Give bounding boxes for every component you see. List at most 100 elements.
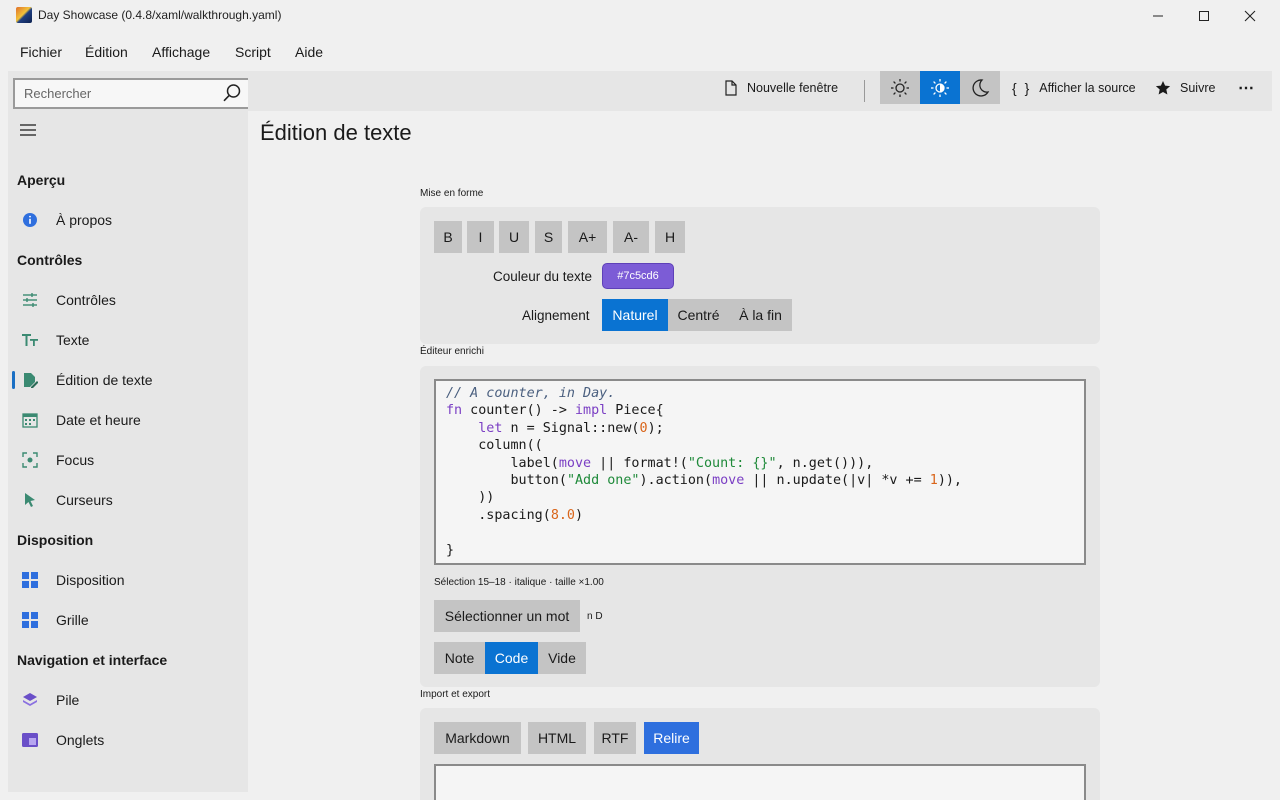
sidebar-item-disposition[interactable]: Disposition xyxy=(12,563,244,597)
import-export-card: Markdown HTML RTF Relire xyxy=(420,708,1100,800)
text-size-icon xyxy=(22,334,38,346)
strikethrough-button[interactable]: S xyxy=(535,221,562,253)
selection-status: Sélection 15–18 · italique · taille ×1.0… xyxy=(434,577,604,588)
close-button[interactable] xyxy=(1227,0,1273,32)
mode-code-button[interactable]: Code xyxy=(485,642,538,674)
grid-icon xyxy=(22,612,38,628)
menu-fichier[interactable]: Fichier xyxy=(20,44,62,60)
sidebar-item-label: Édition de texte xyxy=(56,372,153,388)
maximize-button[interactable] xyxy=(1181,0,1227,32)
formatting-card: B I U S A+ A- H Couleur du texte #7c5cd6… xyxy=(420,207,1100,344)
follow-label: Suivre xyxy=(1180,81,1216,95)
underline-button[interactable]: U xyxy=(499,221,529,253)
rich-editor-section-label: Éditeur enrichi xyxy=(420,346,484,357)
mode-note-button[interactable]: Note xyxy=(434,642,485,674)
maximize-icon xyxy=(1199,11,1209,21)
code-editor[interactable]: // A counter, in Day. fn counter() -> im… xyxy=(434,379,1086,565)
menu-script[interactable]: Script xyxy=(235,44,271,60)
sidebar-item-date-et-heure[interactable]: Date et heure xyxy=(12,403,244,437)
star-icon xyxy=(1155,81,1171,95)
auto-theme-button[interactable] xyxy=(920,71,960,104)
follow-button[interactable]: Suivre xyxy=(1155,71,1215,105)
italic-button[interactable]: I xyxy=(467,221,494,253)
sidebar-item-edition-de-texte[interactable]: Édition de texte xyxy=(12,363,244,397)
menu-aide[interactable]: Aide xyxy=(295,44,323,60)
highlight-button[interactable]: H xyxy=(655,221,685,253)
nav-section-disposition: Disposition xyxy=(17,532,94,548)
sidebar-item-onglets[interactable]: Onglets xyxy=(12,723,244,757)
menu-edition[interactable]: Édition xyxy=(85,44,128,60)
sidebar-item-label: Focus xyxy=(56,452,95,468)
braces-icon: { } xyxy=(1012,80,1032,96)
cursor-icon xyxy=(25,493,35,507)
layout-icon xyxy=(22,572,38,588)
text-color-label: Couleur du texte xyxy=(493,269,593,284)
nav-section-apercu: Aperçu xyxy=(17,172,66,188)
select-word-button[interactable]: Sélectionner un mot xyxy=(434,600,580,632)
new-window-button[interactable]: Nouvelle fenêtre xyxy=(724,71,838,105)
align-end-button[interactable]: À la fin xyxy=(729,299,792,331)
show-source-label: Afficher la source xyxy=(1039,81,1136,95)
export-html-button[interactable]: HTML xyxy=(528,722,586,754)
document-icon xyxy=(725,80,737,96)
alignment-label: Alignement xyxy=(522,308,590,323)
sidebar-item-controles[interactable]: Contrôles xyxy=(12,283,244,317)
sidebar-item-label: Onglets xyxy=(56,732,105,748)
search-icon[interactable] xyxy=(222,83,242,103)
nav-section-navigation: Navigation et interface xyxy=(17,652,168,668)
mode-empty-button[interactable]: Vide xyxy=(538,642,586,674)
sidebar-item-label: Pile xyxy=(56,692,80,708)
minimize-icon xyxy=(1153,15,1163,17)
more-options-button[interactable]: ⋯ xyxy=(1238,71,1254,105)
sidebar-item-label: Grille xyxy=(56,612,89,628)
calendar-icon xyxy=(22,413,38,428)
sidebar-item-label: Disposition xyxy=(56,572,125,588)
contrast-sun-icon xyxy=(931,78,949,97)
toolbar-divider xyxy=(864,80,865,102)
export-rtf-button[interactable]: RTF xyxy=(594,722,636,754)
sidebar-item-texte[interactable]: Texte xyxy=(12,323,244,357)
new-window-label: Nouvelle fenêtre xyxy=(747,81,839,95)
sidebar-item-a-propos[interactable]: À propos xyxy=(12,203,244,237)
sidebar-item-grille[interactable]: Grille xyxy=(12,603,244,637)
rich-editor-card: // A counter, in Day. fn counter() -> im… xyxy=(420,366,1100,687)
show-source-button[interactable]: { } Afficher la source xyxy=(1012,71,1136,105)
minimize-button[interactable] xyxy=(1135,0,1181,32)
bold-button[interactable]: B xyxy=(434,221,462,253)
sun-icon xyxy=(891,78,909,97)
stack-icon xyxy=(23,693,37,706)
formatting-section-label: Mise en forme xyxy=(420,188,484,199)
increase-size-button[interactable]: A+ xyxy=(568,221,607,253)
align-natural-button[interactable]: Naturel xyxy=(602,299,668,331)
nav-section-controles: Contrôles xyxy=(17,252,83,268)
moon-icon xyxy=(972,78,990,97)
sidebar-item-label: Curseurs xyxy=(56,492,113,508)
close-icon xyxy=(1244,10,1256,22)
sidebar-item-pile[interactable]: Pile xyxy=(12,683,244,717)
sidebar-item-label: Texte xyxy=(56,332,90,348)
dark-theme-button[interactable] xyxy=(960,71,1000,104)
import-export-section-label: Import et export xyxy=(420,689,491,700)
page-title: Édition de texte xyxy=(260,120,412,145)
sidebar-item-focus[interactable]: Focus xyxy=(12,443,244,477)
reread-button[interactable]: Relire xyxy=(644,722,699,754)
light-theme-button[interactable] xyxy=(880,71,920,104)
window-title: Day Showcase (0.4.8/xaml/walkthrough.yam… xyxy=(38,8,282,22)
export-markdown-button[interactable]: Markdown xyxy=(434,722,521,754)
decrease-size-button[interactable]: A- xyxy=(613,221,649,253)
text-color-picker[interactable]: #7c5cd6 xyxy=(602,263,674,289)
sidebar-item-label: Date et heure xyxy=(56,412,141,428)
sidebar-item-label: À propos xyxy=(56,212,113,228)
search-input[interactable] xyxy=(15,80,215,107)
title-bar: Day Showcase (0.4.8/xaml/walkthrough.yam… xyxy=(0,0,1280,32)
hamburger-menu-icon[interactable] xyxy=(19,123,37,137)
sliders-icon xyxy=(23,293,37,307)
sidebar-item-curseurs[interactable]: Curseurs xyxy=(12,483,244,517)
export-output-field[interactable] xyxy=(434,764,1086,800)
toolbar: Nouvelle fenêtre { } Afficher la source … xyxy=(248,71,1272,111)
menu-affichage[interactable]: Affichage xyxy=(152,44,210,60)
focus-icon xyxy=(22,452,38,468)
search-box xyxy=(13,78,251,109)
info-icon xyxy=(23,213,37,227)
align-center-button[interactable]: Centré xyxy=(668,299,729,331)
